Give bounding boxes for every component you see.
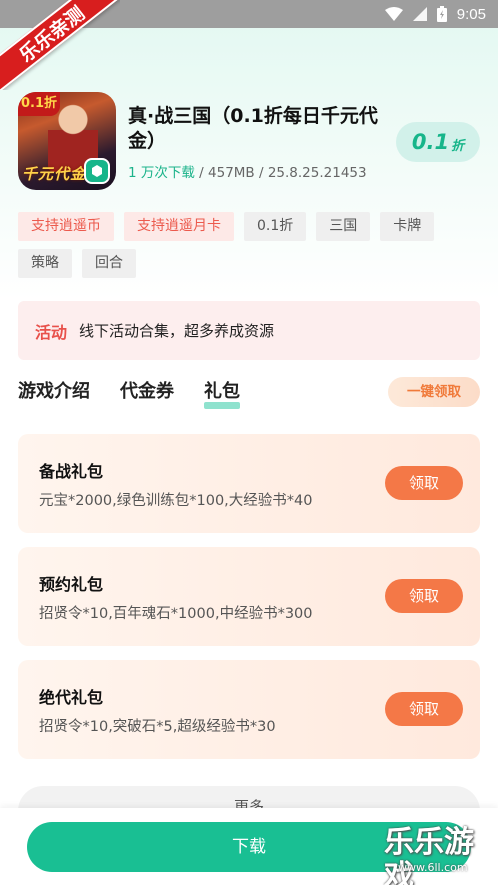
gift-card: 备战礼包 元宝*2000,绿色训练包*100,大经验书*40 领取 — [18, 434, 480, 533]
gift-description: 元宝*2000,绿色训练包*100,大经验书*40 — [39, 493, 313, 509]
tag-list: 支持逍遥币 支持逍遥月卡 0.1折 三国 卡牌 策略 回合 — [18, 212, 480, 278]
tag-item: 0.1折 — [244, 212, 307, 241]
battery-icon — [436, 6, 447, 22]
gift-title: 绝代礼包 — [39, 688, 104, 707]
game-icon: 0.1折 千元代金 — [18, 92, 116, 190]
status-time: 9:05 — [456, 5, 486, 23]
claim-button[interactable]: 领取 — [385, 692, 463, 726]
site-watermark: 乐乐游戏 — [384, 825, 474, 885]
tab-bar: 游戏介绍 代金券 礼包 — [18, 378, 240, 409]
discount-unit: 折 — [451, 138, 465, 154]
wifi-icon — [384, 7, 403, 21]
gift-title: 备战礼包 — [39, 462, 104, 481]
tag-item: 卡牌 — [380, 212, 435, 241]
tag-item: 三国 — [316, 212, 371, 241]
claim-button[interactable]: 领取 — [385, 466, 463, 500]
discount-badge: 0.1 折 — [396, 122, 480, 162]
game-size-version: / 457MB / 25.8.25.21453 — [194, 165, 367, 181]
tag-item: 回合 — [82, 249, 136, 278]
gift-card: 预约礼包 招贤令*10,百年魂石*1000,中经验书*300 领取 — [18, 547, 480, 646]
tab-vouchers[interactable]: 代金券 — [120, 378, 174, 406]
game-meta: 1 万次下载 / 457MB / 25.8.25.21453 — [128, 161, 367, 181]
ribbon-text: 乐乐亲测 — [0, 0, 120, 90]
activity-label: 活动 — [35, 322, 68, 342]
discount-value: 0.1 — [411, 130, 450, 154]
icon-caption: 千元代金 — [22, 165, 87, 183]
claim-all-button[interactable]: 一键领取 — [388, 377, 480, 407]
verified-icon — [84, 158, 110, 184]
tag-item: 支持逍遥币 — [18, 212, 114, 241]
gift-description: 招贤令*10,突破石*5,超级经验书*30 — [39, 719, 276, 735]
tag-item: 支持逍遥月卡 — [124, 212, 234, 241]
test-ribbon: 乐乐亲测 — [0, 0, 120, 90]
game-title: 真·战三国（0.1折每日千元代金） — [128, 105, 378, 152]
watermark-url: www.6ll.com — [398, 861, 468, 874]
tab-game-intro[interactable]: 游戏介绍 — [18, 378, 90, 406]
tab-gifts[interactable]: 礼包 — [204, 378, 240, 409]
gift-title: 预约礼包 — [39, 575, 104, 594]
tag-item: 策略 — [18, 249, 72, 278]
gift-description: 招贤令*10,百年魂石*1000,中经验书*300 — [39, 606, 313, 622]
gift-card: 绝代礼包 招贤令*10,突破石*5,超级经验书*30 领取 — [18, 660, 480, 759]
claim-button[interactable]: 领取 — [385, 579, 463, 613]
activity-banner[interactable]: 活动 线下活动合集，超多养成资源 — [18, 301, 480, 360]
download-count: 1 万次下载 — [128, 165, 195, 181]
activity-text: 线下活动合集，超多养成资源 — [79, 322, 275, 340]
signal-icon — [412, 7, 427, 21]
icon-discount-badge: 0.1折 — [18, 92, 60, 116]
